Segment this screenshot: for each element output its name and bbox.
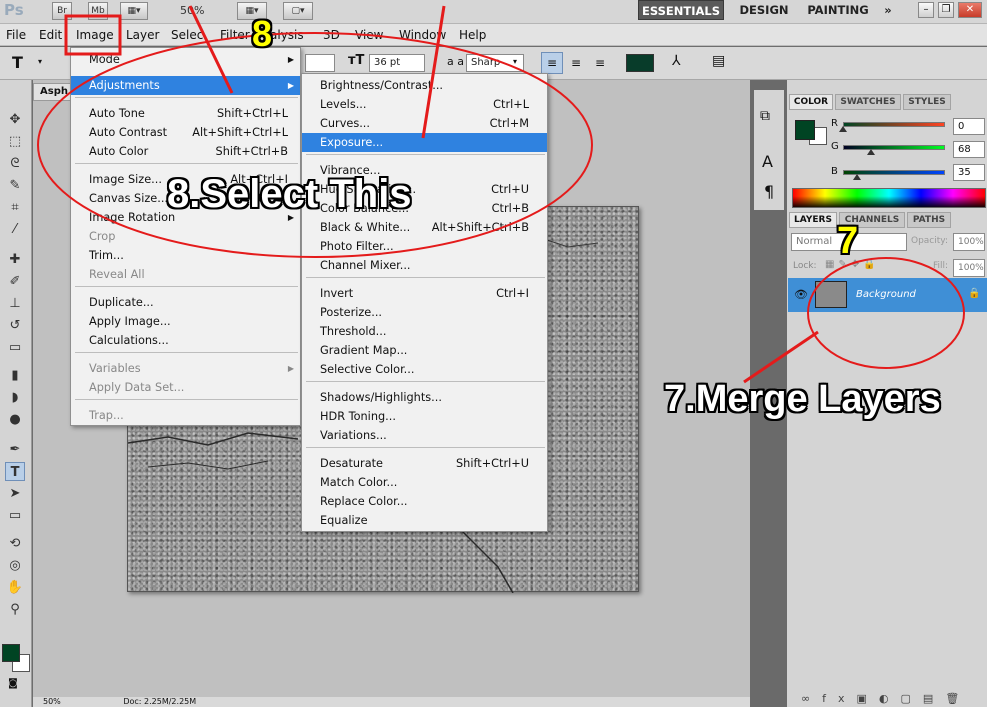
annotation-ellipse-layer [807, 257, 965, 369]
annotation-step-8: 8 [252, 13, 273, 54]
annotation-pointer-line [743, 330, 819, 384]
annotation-pointer-line [188, 5, 234, 94]
annotation-ellipse-large [37, 32, 593, 258]
image-menu-highlight-box [64, 14, 122, 56]
annotation-merge-layers: 7.Merge Layers [664, 378, 941, 420]
annotation-step-7: 7 [837, 220, 859, 262]
annotation-overlay [37, 5, 965, 384]
annotation-pointer-line [421, 5, 446, 139]
annotation-select-this: 8.Select This [167, 172, 412, 216]
